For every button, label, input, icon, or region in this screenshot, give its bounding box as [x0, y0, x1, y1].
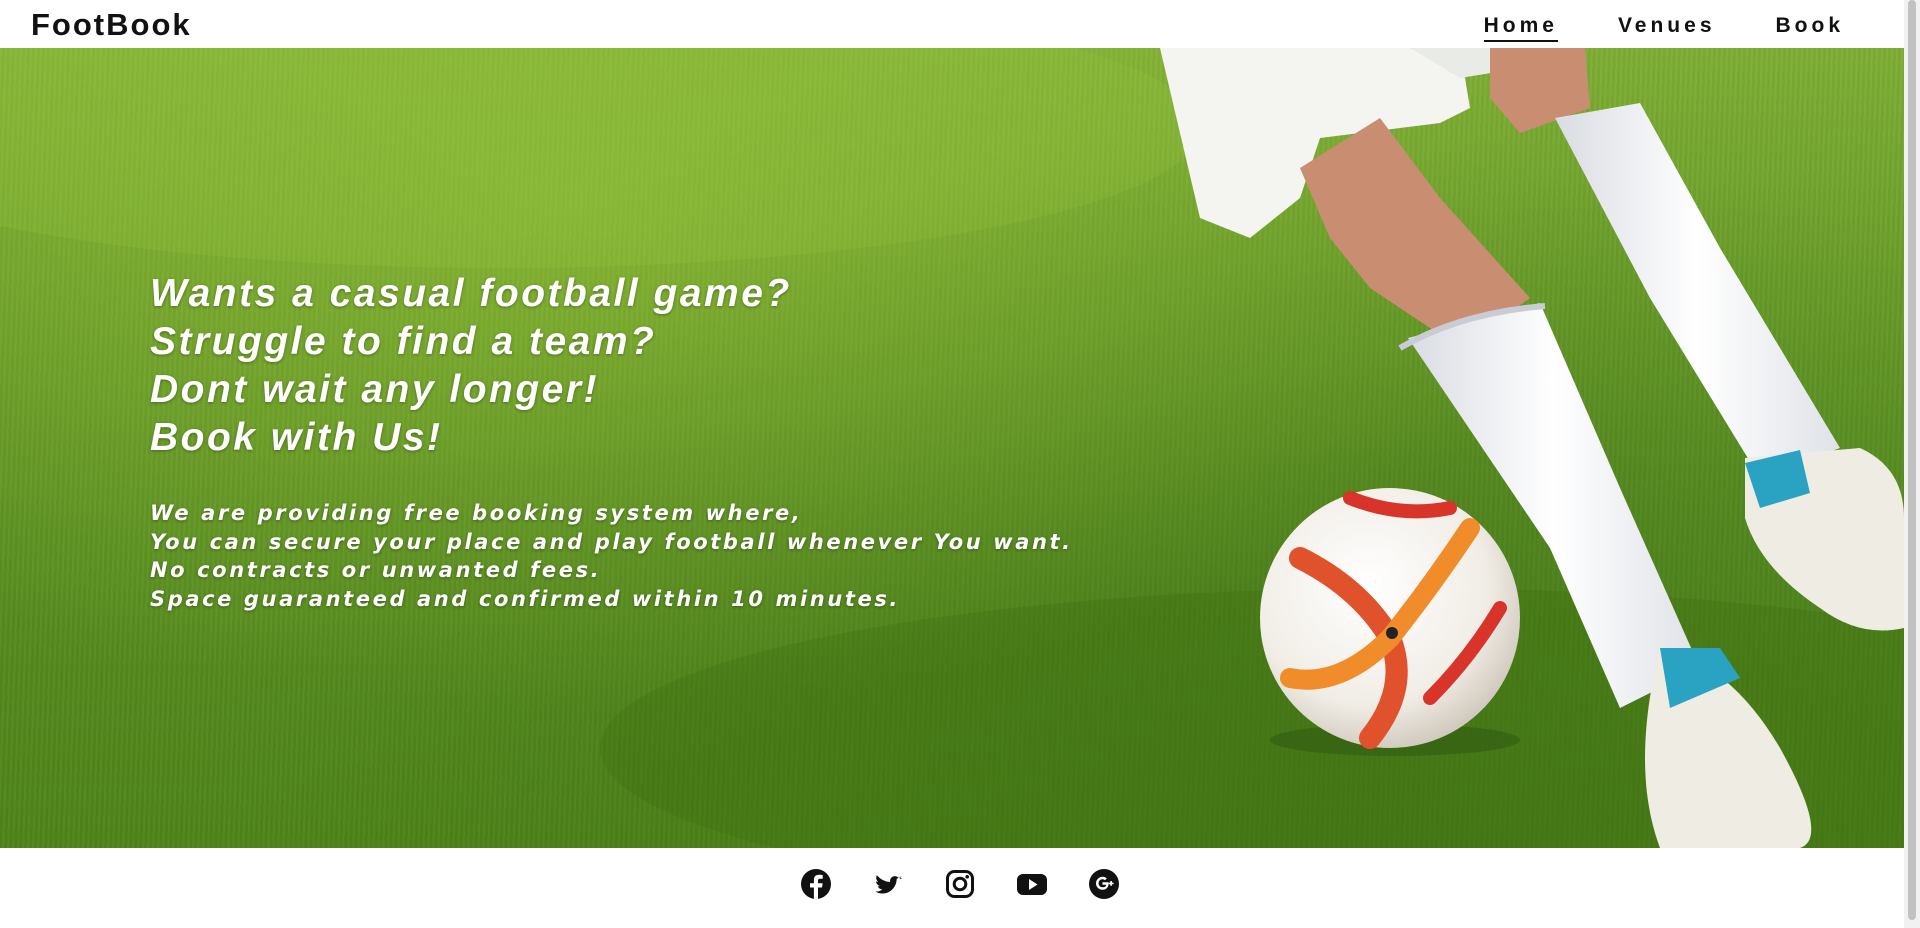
nav-home[interactable]: Home	[1483, 14, 1558, 42]
site-footer	[0, 848, 1904, 928]
description-line-2: You can secure your place and play footb…	[150, 529, 1073, 554]
description-line-4: Space guaranteed and confirmed within 10…	[150, 586, 900, 611]
site-header: FootBook Home Venues Book	[0, 0, 1904, 48]
google-plus-icon[interactable]	[1088, 868, 1120, 900]
social-links	[800, 868, 1120, 900]
headline-line-3: Dont wait any longer!	[150, 368, 600, 411]
youtube-icon[interactable]	[1016, 868, 1048, 900]
instagram-icon[interactable]	[944, 868, 976, 900]
nav-book[interactable]: Book	[1776, 14, 1845, 42]
headline-line-4: Book with Us!	[150, 416, 443, 459]
page: FootBook Home Venues Book Wants a casual…	[0, 0, 1920, 928]
nav-venues[interactable]: Venues	[1618, 14, 1716, 42]
main-nav: Home Venues Book	[1483, 14, 1845, 42]
description-line-1: We are providing free booking system whe…	[150, 501, 803, 525]
description-line-3: No contracts or unwanted fees.	[150, 558, 602, 582]
facebook-icon[interactable]	[800, 868, 832, 900]
hero-headline: Wants a casual football game? Struggle t…	[150, 270, 792, 462]
twitter-icon[interactable]	[872, 868, 904, 900]
headline-line-2: Struggle to find a team?	[150, 320, 657, 363]
vertical-scrollbar[interactable]	[1904, 0, 1920, 928]
hero-section: Wants a casual football game? Struggle t…	[0, 48, 1904, 848]
headline-line-1: Wants a casual football game?	[150, 272, 792, 315]
scrollbar-thumb[interactable]	[1908, 0, 1916, 920]
hero-description: We are providing free booking system whe…	[150, 499, 1073, 613]
site-logo[interactable]: FootBook	[31, 7, 192, 43]
